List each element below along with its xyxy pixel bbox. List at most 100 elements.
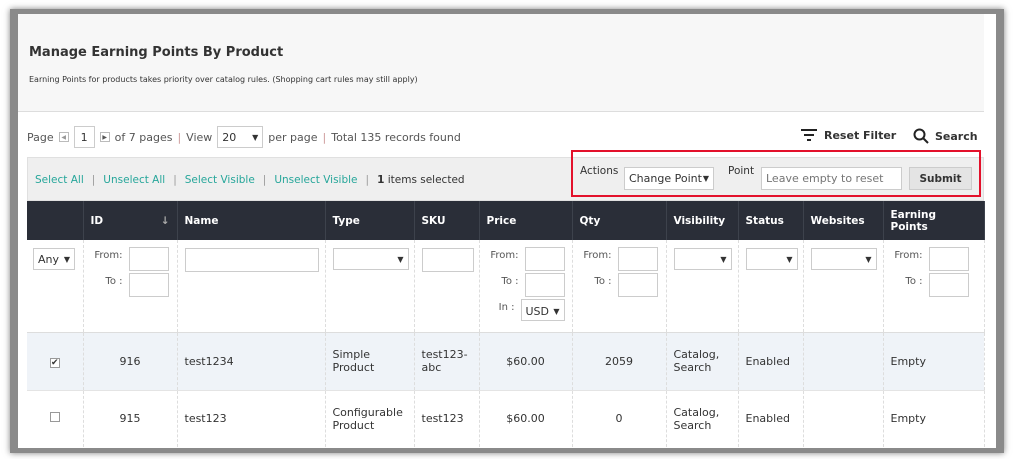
type-filter-select[interactable]: ▼ (332, 248, 409, 270)
cell-points: Empty (883, 390, 985, 447)
points-from-input[interactable] (928, 247, 969, 271)
price-to-input[interactable] (524, 273, 565, 297)
table-row[interactable]: 915 test123 Configurable Product test123… (27, 390, 985, 447)
cell-price: $60.00 (479, 390, 573, 447)
from-label: From: (894, 250, 923, 261)
chevron-down-icon: ▼ (63, 254, 70, 264)
cell-id: 916 (83, 332, 178, 391)
products-grid: ID ↓ Name Type SKU Price Qty Visibility S… (27, 201, 985, 447)
in-label: In : (498, 302, 515, 313)
selected-count: 1 items selected (377, 174, 465, 186)
col-earning-points[interactable]: Earning Points (883, 201, 985, 240)
reset-filter-button[interactable]: Reset Filter (800, 128, 896, 142)
table-row[interactable]: ✔ 916 test1234 Simple Product test123-ab… (27, 332, 985, 391)
visibility-filter-select[interactable]: ▼ (673, 248, 732, 270)
name-filter-input[interactable] (184, 248, 319, 272)
cell-status: Enabled (738, 390, 804, 447)
select-visible-link[interactable]: Select Visible (185, 174, 255, 186)
status-filter-select[interactable]: ▼ (745, 248, 798, 270)
col-websites[interactable]: Websites (803, 201, 884, 240)
page: Manage Earning Points By Product Earning… (18, 14, 996, 448)
search-label: Search (935, 129, 978, 143)
per-page-label: per page (268, 130, 318, 144)
divider: | (365, 174, 370, 186)
col-visibility[interactable]: Visibility (666, 201, 739, 240)
selected-label: items selected (387, 174, 465, 186)
view-label: View (186, 130, 213, 144)
chevron-down-icon: ▼ (702, 174, 709, 183)
cell-sku: test123-abc (414, 332, 480, 391)
cell-type: Configurable Product (325, 390, 415, 447)
cell-name: test123 (177, 390, 326, 447)
price-from-input[interactable] (524, 247, 565, 271)
row-checkbox[interactable]: ✔ (49, 357, 60, 368)
page-note: Earning Points for products takes priori… (29, 75, 418, 84)
header-row: ID ↓ Name Type SKU Price Qty Visibility S… (27, 201, 985, 240)
col-type[interactable]: Type (325, 201, 415, 240)
qty-from-input[interactable] (617, 247, 658, 271)
page-label: Page (27, 130, 54, 144)
divider: | (173, 174, 177, 186)
currency-value: USD (525, 305, 550, 318)
cell-id: 915 (83, 390, 178, 447)
cell-price: $60.00 (479, 332, 573, 391)
cell-visibility: Catalog, Search (666, 390, 739, 447)
divider: | (177, 130, 182, 144)
col-sku[interactable]: SKU (414, 201, 480, 240)
col-label: ID (90, 214, 104, 227)
id-to-input[interactable] (128, 273, 169, 297)
divider: | (262, 174, 267, 186)
per-page-value: 20 (222, 130, 237, 144)
prev-page-icon[interactable]: ◀ (58, 132, 69, 142)
point-label: Point (728, 165, 755, 177)
col-id[interactable]: ID ↓ (83, 201, 178, 240)
qty-to-input[interactable] (617, 273, 658, 297)
to-label: To : (594, 276, 612, 287)
cell-name: test1234 (177, 332, 326, 391)
reset-filter-label: Reset Filter (824, 128, 897, 142)
page-count: of 7 pages (114, 130, 173, 144)
actions-label: Actions (580, 165, 619, 177)
id-from-input[interactable] (128, 247, 169, 271)
point-input[interactable] (761, 167, 902, 190)
page-title: Manage Earning Points By Product (29, 45, 284, 60)
per-page-select[interactable]: 20 ▼ (217, 126, 264, 148)
filter-icon (801, 129, 817, 141)
col-name[interactable]: Name (177, 201, 326, 240)
chevron-down-icon: ▼ (553, 307, 560, 316)
select-filter[interactable]: Any ▼ (33, 248, 75, 270)
divider: | (322, 130, 327, 144)
cell-websites (803, 390, 884, 447)
cell-qty: 2059 (572, 332, 667, 391)
col-status[interactable]: Status (738, 201, 804, 240)
submit-button[interactable]: Submit (909, 167, 972, 190)
filter-row: Any ▼ From: To : ▼ From: To : In : USD ▼ From:… (27, 240, 985, 333)
actions-select[interactable]: Change Point ▼ (624, 167, 714, 190)
currency-select[interactable]: USD ▼ (520, 299, 565, 321)
col-price[interactable]: Price (479, 201, 573, 240)
search-button[interactable]: Search (913, 128, 978, 144)
selected-number: 1 (377, 174, 385, 186)
unselect-visible-link[interactable]: Unselect Visible (274, 174, 357, 186)
cell-qty: 0 (572, 390, 667, 447)
search-icon (913, 128, 929, 144)
page-input[interactable]: 1 (73, 126, 95, 148)
websites-filter-select[interactable]: ▼ (810, 248, 877, 270)
pager: Page ◀ 1 ▶ of 7 pages | View 20 ▼ per pag… (27, 126, 461, 148)
sort-arrow-icon: ↓ (160, 214, 170, 227)
select-all-link[interactable]: Select All (35, 174, 84, 186)
to-label: To : (501, 276, 519, 287)
next-page-icon[interactable]: ▶ (99, 132, 110, 142)
divider: | (91, 174, 96, 186)
total-records: Total 135 records found (331, 130, 461, 144)
col-qty[interactable]: Qty (572, 201, 667, 240)
chevron-down-icon: ▼ (865, 254, 872, 264)
any-value: Any (38, 252, 60, 266)
sku-filter-input[interactable] (421, 248, 474, 272)
to-label: To : (905, 276, 923, 287)
row-checkbox[interactable] (49, 412, 60, 423)
cell-sku: test123 (414, 390, 480, 447)
unselect-all-link[interactable]: Unselect All (103, 174, 165, 186)
chevron-down-icon: ▼ (252, 132, 259, 142)
points-to-input[interactable] (928, 273, 969, 297)
